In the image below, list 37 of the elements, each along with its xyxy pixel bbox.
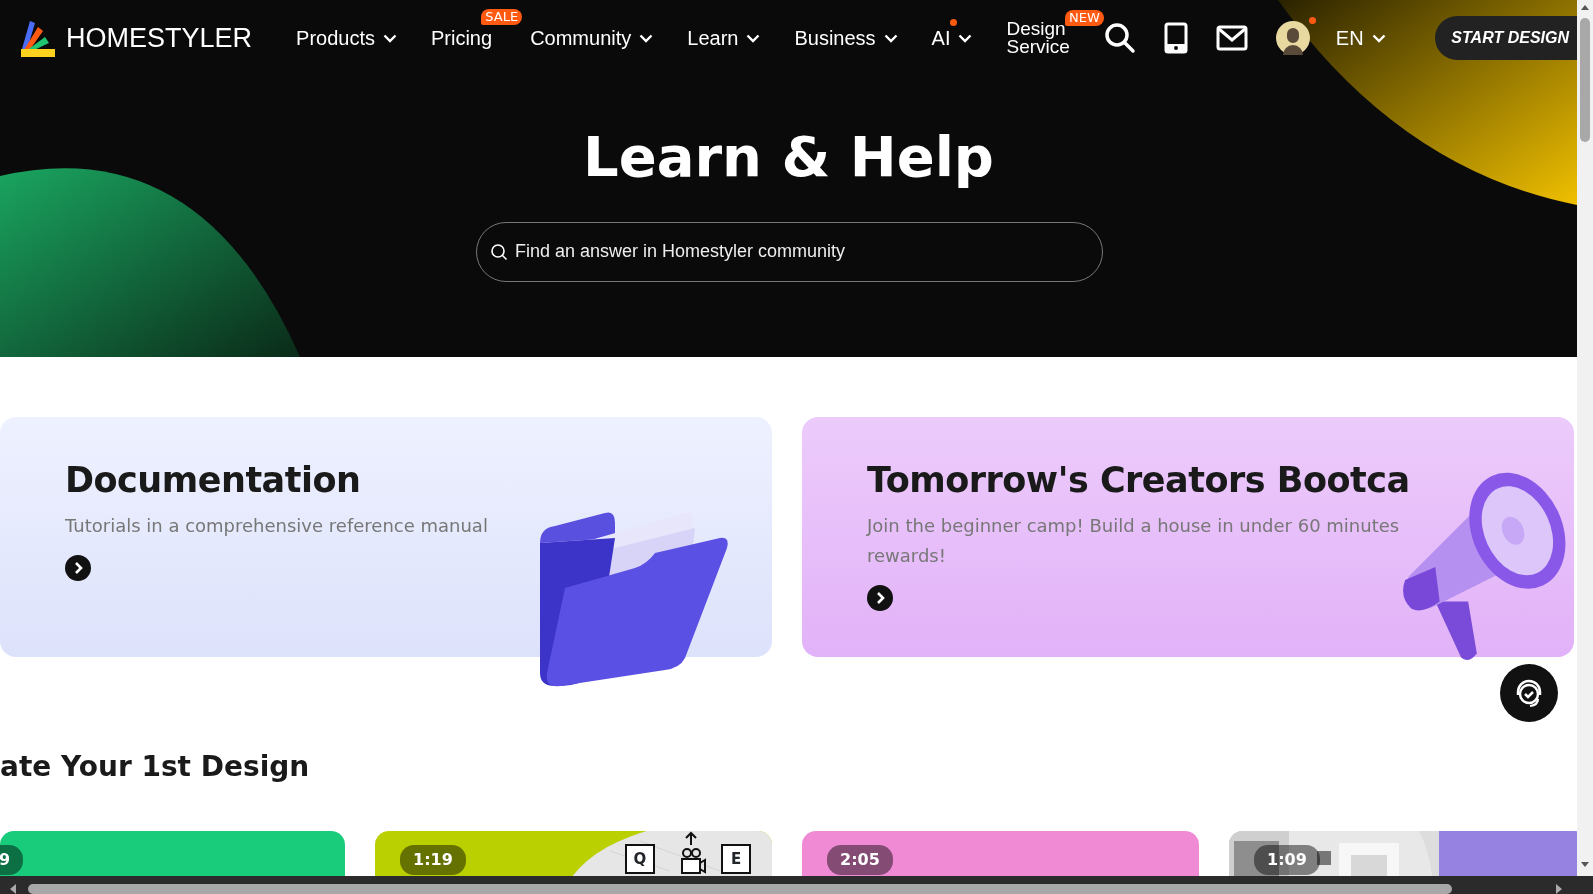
- card-description: Tutorials in a comprehensive reference manual: [65, 514, 489, 538]
- search-icon: [490, 242, 508, 261]
- language-selector[interactable]: EN: [1335, 23, 1386, 53]
- logo-icon: [18, 19, 56, 57]
- mail-icon[interactable]: [1215, 25, 1248, 51]
- keyboard-key: E: [721, 844, 751, 875]
- video-duration: 1:09: [1254, 845, 1320, 876]
- video-duration: 9: [0, 845, 24, 876]
- video-duration: 1:19: [400, 845, 466, 876]
- nav-menu-item[interactable]: Business: [794, 23, 898, 53]
- support-chat-button[interactable]: [1500, 664, 1558, 722]
- nav-menu-item[interactable]: Community: [530, 23, 654, 53]
- arrow-right-icon[interactable]: [867, 585, 893, 611]
- start-designing-button[interactable]: START DESIGN: [1435, 16, 1577, 60]
- search-icon[interactable]: [1103, 22, 1136, 54]
- nav-menu-item[interactable]: Products: [296, 23, 397, 53]
- vertical-scrollbar[interactable]: [1577, 0, 1593, 876]
- avatar[interactable]: [1275, 21, 1310, 55]
- card-description: Join the beginner camp! Build a house in under 60 minutes: [867, 514, 1401, 538]
- nav-menu-item[interactable]: Pricing: [431, 23, 493, 53]
- card-title: Tomorrow's Creators Bootca: [867, 459, 1411, 501]
- card-description: rewards!: [867, 544, 947, 568]
- section-heading: ate Your 1st Design: [0, 749, 311, 785]
- sale-badge: SALE: [481, 9, 523, 25]
- nav-menu-item[interactable]: Learn: [687, 23, 761, 53]
- page-title: Learn & Help: [582, 126, 995, 188]
- arrow-right-icon[interactable]: [65, 555, 91, 581]
- search-field[interactable]: Find an answer in Homestyler community: [476, 221, 1103, 282]
- new-badge: NEW: [1065, 10, 1104, 26]
- nav-menu-item[interactable]: AI: [931, 23, 973, 53]
- tablet-icon[interactable]: [1163, 22, 1188, 54]
- video-duration: 2:05: [827, 845, 893, 876]
- chevron-down-icon: [1371, 33, 1386, 43]
- logo-text: HOMESTYLER: [66, 21, 253, 55]
- keyboard-key: Q: [625, 844, 655, 875]
- horizontal-scrollbar[interactable]: [0, 876, 1593, 894]
- card-title: Documentation: [65, 459, 362, 501]
